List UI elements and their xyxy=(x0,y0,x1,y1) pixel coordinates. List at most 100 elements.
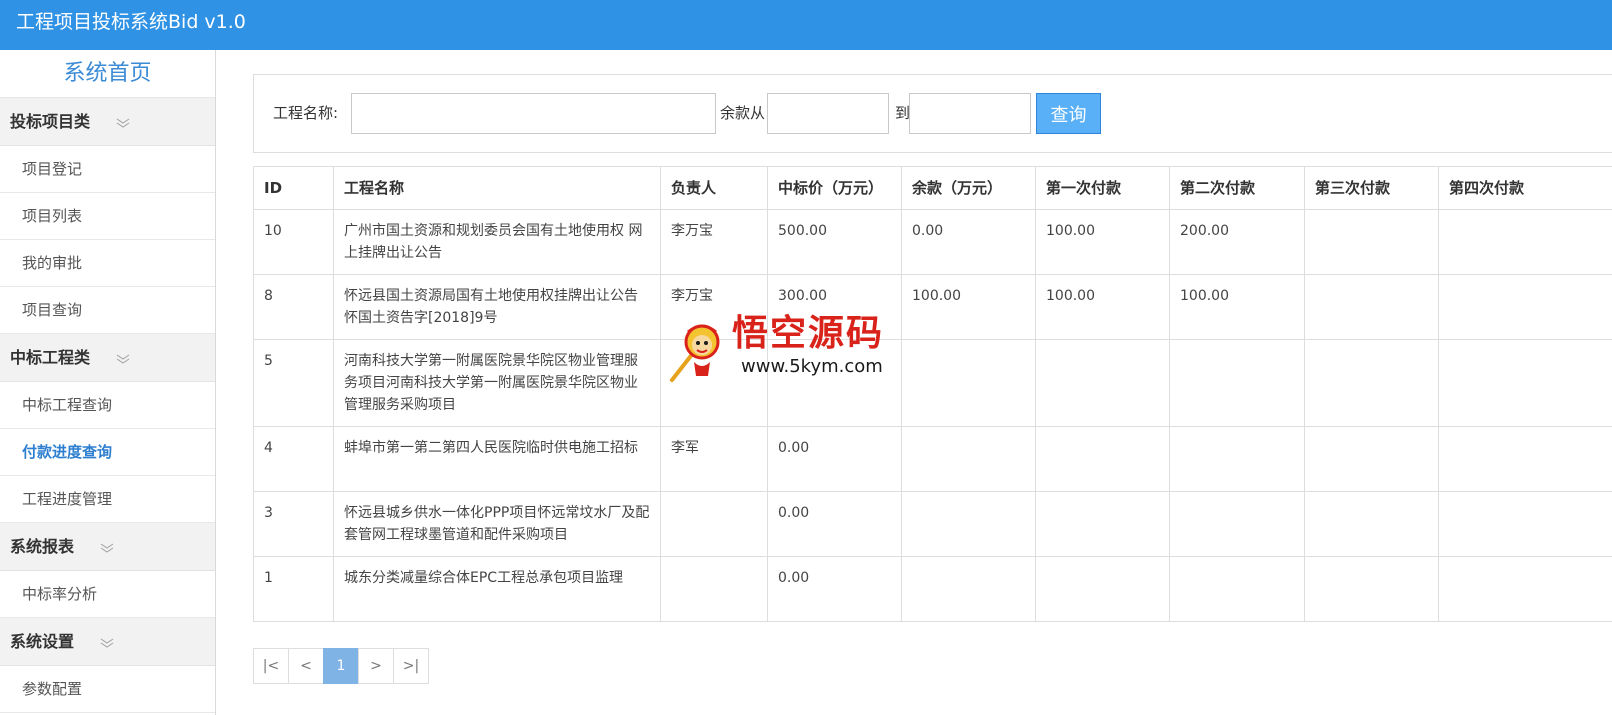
cell-payment-3 xyxy=(1304,209,1439,275)
column-header-payment-4: 第四次付款 xyxy=(1438,166,1612,210)
cell-payment-4 xyxy=(1438,491,1612,557)
cell-id: 4 xyxy=(253,426,334,492)
sidebar-item-payment-progress[interactable]: 付款进度查询 xyxy=(0,429,215,476)
column-header-payment-2: 第二次付款 xyxy=(1169,166,1305,210)
cell-project-name: 怀远县城乡供水一体化PPP项目怀远常坟水厂及配套管网工程球墨管道和配件采购项目 xyxy=(333,491,661,557)
table-header-row: ID 工程名称 负责人 中标价（万元） 余款（万元） 第一次付款 第二次付款 第… xyxy=(253,166,1612,210)
sidebar-group-label: 中标工程类 xyxy=(10,348,91,367)
cell-id: 10 xyxy=(253,209,334,275)
cell-bid-price: 0.00 xyxy=(767,426,902,492)
balance-from-input[interactable] xyxy=(767,93,889,134)
table-row[interactable]: 3 怀远县城乡供水一体化PPP项目怀远常坟水厂及配套管网工程球墨管道和配件采购项… xyxy=(253,491,1612,557)
cell-payment-2 xyxy=(1169,339,1305,427)
sidebar-group-bidding[interactable]: 投标项目类 xyxy=(0,98,215,146)
cell-id: 5 xyxy=(253,339,334,427)
balance-to-label: 到 xyxy=(895,104,911,122)
sidebar: 系统首页 投标项目类 项目登记 项目列表 我的审批 项目查询 中标工程类 中标工… xyxy=(0,50,216,715)
pagination: |< < 1 > >| xyxy=(253,648,429,684)
monkey-king-logo-icon xyxy=(668,312,730,384)
column-header-manager: 负责人 xyxy=(660,166,768,210)
cell-payment-4 xyxy=(1438,426,1612,492)
table-row[interactable]: 1 城东分类减量综合体EPC工程总承包项目监理 0.00 xyxy=(253,556,1612,622)
sidebar-item-parameter-config[interactable]: 参数配置 xyxy=(0,666,215,713)
cell-payment-2 xyxy=(1169,491,1305,557)
cell-balance xyxy=(901,426,1036,492)
chevron-down-icon xyxy=(100,619,114,667)
current-page-button[interactable]: 1 xyxy=(323,648,359,684)
cell-payment-1 xyxy=(1035,491,1170,557)
table-row[interactable]: 8 怀远县国土资源局国有土地使用权挂牌出让公告 怀国土资告字[2018]9号 李… xyxy=(253,274,1612,340)
cell-payment-2: 200.00 xyxy=(1169,209,1305,275)
cell-balance xyxy=(901,556,1036,622)
cell-payment-1 xyxy=(1035,556,1170,622)
cell-balance: 0.00 xyxy=(901,209,1036,275)
chevron-down-icon xyxy=(116,99,130,147)
app-title: 工程项目投标系统Bid v1.0 xyxy=(16,11,246,33)
table-row[interactable]: 5 河南科技大学第一附属医院景华院区物业管理服务项目河南科技大学第一附属医院景华… xyxy=(253,339,1612,427)
sidebar-item-project-register[interactable]: 项目登记 xyxy=(0,146,215,193)
sidebar-item-project-progress[interactable]: 工程进度管理 xyxy=(0,476,215,523)
watermark-url: www.5kym.com xyxy=(741,356,883,377)
first-page-button[interactable]: |< xyxy=(253,648,289,684)
cell-bid-price: 500.00 xyxy=(767,209,902,275)
search-panel: 工程名称: 余款从 到 查询 xyxy=(253,74,1612,153)
cell-project-name: 广州市国土资源和规划委员会国有土地使用权 网上挂牌出让公告 xyxy=(333,209,661,275)
cell-balance: 100.00 xyxy=(901,274,1036,340)
cell-payment-3 xyxy=(1304,426,1439,492)
sidebar-group-label: 系统报表 xyxy=(10,537,75,556)
cell-payment-4 xyxy=(1438,339,1612,427)
cell-project-name: 怀远县国土资源局国有土地使用权挂牌出让公告 怀国土资告字[2018]9号 xyxy=(333,274,661,340)
column-header-payment-3: 第三次付款 xyxy=(1304,166,1439,210)
cell-id: 3 xyxy=(253,491,334,557)
watermark-title: 悟空源码 xyxy=(732,312,885,354)
cell-id: 1 xyxy=(253,556,334,622)
cell-payment-1 xyxy=(1035,426,1170,492)
next-page-button[interactable]: > xyxy=(358,648,394,684)
cell-payment-3 xyxy=(1304,491,1439,557)
column-header-id: ID xyxy=(253,166,334,210)
chevron-down-icon xyxy=(116,335,130,383)
sidebar-group-won-projects[interactable]: 中标工程类 xyxy=(0,334,215,382)
cell-manager: 李万宝 xyxy=(660,209,768,275)
table-row[interactable]: 10 广州市国土资源和规划委员会国有土地使用权 网上挂牌出让公告 李万宝 500… xyxy=(253,209,1612,275)
project-name-input[interactable] xyxy=(351,93,716,134)
last-page-button[interactable]: >| xyxy=(393,648,429,684)
sidebar-item-my-approvals[interactable]: 我的审批 xyxy=(0,240,215,287)
cell-payment-2: 100.00 xyxy=(1169,274,1305,340)
cell-payment-3 xyxy=(1304,274,1439,340)
table-row[interactable]: 4 蚌埠市第一第二第四人民医院临时供电施工招标 李军 0.00 xyxy=(253,426,1612,492)
cell-payment-2 xyxy=(1169,556,1305,622)
cell-project-name: 河南科技大学第一附属医院景华院区物业管理服务项目河南科技大学第一附属医院景华院区… xyxy=(333,339,661,427)
sidebar-item-project-query[interactable]: 项目查询 xyxy=(0,287,215,334)
query-button[interactable]: 查询 xyxy=(1036,93,1101,134)
cell-project-name: 蚌埠市第一第二第四人民医院临时供电施工招标 xyxy=(333,426,661,492)
project-name-label: 工程名称: xyxy=(273,104,339,122)
cell-manager xyxy=(660,556,768,622)
sidebar-item-win-rate-analysis[interactable]: 中标率分析 xyxy=(0,571,215,618)
sidebar-group-label: 系统设置 xyxy=(10,632,75,651)
sidebar-group-label: 投标项目类 xyxy=(10,112,91,131)
cell-manager xyxy=(660,491,768,557)
cell-payment-1 xyxy=(1035,339,1170,427)
column-header-bid-price: 中标价（万元） xyxy=(767,166,902,210)
cell-project-name: 城东分类减量综合体EPC工程总承包项目监理 xyxy=(333,556,661,622)
payment-progress-table: ID 工程名称 负责人 中标价（万元） 余款（万元） 第一次付款 第二次付款 第… xyxy=(253,166,1612,622)
cell-payment-1: 100.00 xyxy=(1035,274,1170,340)
sidebar-group-reports[interactable]: 系统报表 xyxy=(0,523,215,571)
sidebar-item-won-project-query[interactable]: 中标工程查询 xyxy=(0,382,215,429)
sidebar-item-project-list[interactable]: 项目列表 xyxy=(0,193,215,240)
cell-bid-price: 0.00 xyxy=(767,491,902,557)
cell-balance xyxy=(901,491,1036,557)
balance-to-input[interactable] xyxy=(909,93,1031,134)
cell-balance xyxy=(901,339,1036,427)
balance-from-label: 余款从 xyxy=(720,104,766,122)
sidebar-home-link[interactable]: 系统首页 xyxy=(0,50,215,98)
column-header-project-name: 工程名称 xyxy=(333,166,661,210)
sidebar-group-settings[interactable]: 系统设置 xyxy=(0,618,215,666)
cell-payment-2 xyxy=(1169,426,1305,492)
cell-bid-price: 0.00 xyxy=(767,556,902,622)
chevron-down-icon xyxy=(100,524,114,572)
prev-page-button[interactable]: < xyxy=(288,648,324,684)
cell-payment-3 xyxy=(1304,556,1439,622)
column-header-payment-1: 第一次付款 xyxy=(1035,166,1170,210)
